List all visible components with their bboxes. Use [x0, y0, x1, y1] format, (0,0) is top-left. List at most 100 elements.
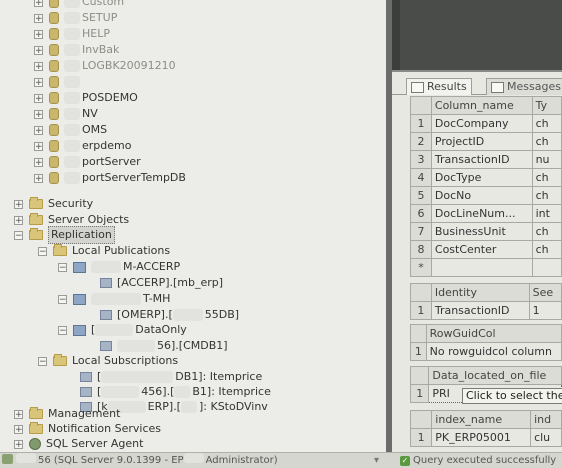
grid-cell-type[interactable]: ch — [531, 168, 562, 187]
table-row[interactable]: 5 DocNo ch — [410, 186, 562, 205]
expand-icon[interactable]: + — [14, 409, 23, 419]
grid-cell-type[interactable]: ch — [531, 132, 562, 151]
tree-node-publication-2[interactable]: − T-MH — [58, 291, 170, 307]
expand-icon[interactable]: + — [34, 141, 43, 151]
grid-cell-column-name[interactable]: DocType — [430, 168, 533, 187]
expand-icon[interactable]: + — [34, 45, 43, 55]
tree-node-sql-server-agent[interactable]: + SQL Server Agent — [14, 436, 143, 452]
rowguidcol-grid[interactable]: RowGuidCol 1 No rowguidcol column — [410, 324, 562, 361]
tree-node-subscription-1[interactable]: [ DB1]: Itemprice — [80, 369, 262, 385]
grid-cell-type[interactable]: ch — [531, 222, 562, 241]
tree-node-article-1[interactable]: [ACCERP].[mb_erp] — [100, 275, 223, 291]
table-row[interactable]: 4 DocType ch — [410, 168, 562, 187]
redacted-block — [101, 371, 174, 383]
table-row[interactable]: 3 TransactionID nu — [410, 150, 562, 169]
expand-icon[interactable]: + — [34, 157, 43, 167]
collapse-icon[interactable]: − — [38, 356, 47, 366]
tree-node-article-2[interactable]: [OMERP].[ 55DB] — [100, 307, 239, 323]
expand-icon[interactable]: + — [34, 109, 43, 119]
table-row[interactable]: 7 BusinessUnit ch — [410, 222, 562, 241]
grid-cell-type[interactable]: int — [531, 204, 562, 223]
column-header-type[interactable]: Ty — [531, 96, 562, 115]
expand-icon[interactable]: + — [14, 215, 23, 225]
expand-icon[interactable]: + — [14, 439, 23, 449]
tree-node-subscription-2[interactable]: [ 456].[ B1]: Itemprice — [80, 384, 271, 400]
tab-messages[interactable]: Messages — [486, 78, 562, 95]
tree-node-publication-1[interactable]: − M-ACCERP — [58, 259, 180, 275]
tab-results[interactable]: Results — [406, 78, 472, 95]
grid-cell-type[interactable]: ch — [531, 114, 562, 133]
table-row[interactable]: 1 PK_ERP05001 clu — [409, 428, 562, 447]
tree-node-database[interactable]: + NV — [34, 106, 98, 122]
collapse-icon[interactable]: − — [38, 246, 47, 256]
expand-icon[interactable]: + — [34, 125, 43, 135]
table-row[interactable]: 1 DocCompany ch — [410, 114, 562, 133]
collapse-icon[interactable]: − — [58, 294, 67, 304]
tree-node-publication-3[interactable]: − [ DataOnly — [58, 322, 187, 338]
column-header-index-name[interactable]: index_name — [431, 410, 532, 429]
identity-grid[interactable]: Identity See 1 TransactionID 1 — [410, 283, 562, 320]
table-row[interactable]: 2 ProjectID ch — [410, 132, 562, 151]
column-header-identity[interactable]: Identity — [430, 283, 530, 302]
tree-node-notification-services[interactable]: + Notification Services — [14, 421, 161, 437]
grid-cell-type[interactable]: nu — [531, 150, 562, 169]
collapse-icon[interactable]: − — [58, 262, 67, 272]
grid-cell[interactable]: TransactionID — [430, 301, 530, 320]
table-row[interactable]: 1 TransactionID 1 — [410, 301, 562, 320]
chevron-down-icon[interactable]: ▾ — [374, 453, 379, 468]
tree-node-database[interactable]: + portServerTempDB — [34, 170, 186, 186]
collapse-icon[interactable]: − — [58, 325, 67, 335]
tree-node-database[interactable]: + OMS — [34, 122, 107, 138]
columns-grid[interactable]: Column_name Ty 1 DocCompany ch 2 ProjectID ch… — [410, 96, 562, 277]
tree-node-replication[interactable]: − Replication — [14, 226, 115, 244]
expand-icon[interactable]: + — [34, 29, 43, 39]
expand-icon[interactable]: + — [34, 93, 43, 103]
collapse-icon[interactable]: − — [14, 230, 23, 240]
grid-cell[interactable]: PK_ERP05001 — [431, 428, 532, 447]
grid-cell-column-name[interactable]: ProjectID — [430, 132, 533, 151]
query-editor[interactable] — [392, 0, 562, 72]
tree-node-database[interactable]: + POSDEMO — [34, 90, 138, 106]
grid-cell-column-name[interactable]: DocLineNum... — [430, 204, 533, 223]
expand-icon[interactable]: + — [34, 0, 43, 7]
tree-node-security[interactable]: + Security — [14, 196, 93, 212]
index-grid[interactable]: index_name ind 1 PK_ERP05001 clu — [409, 410, 562, 447]
grid-cell-column-name[interactable]: DocCompany — [430, 114, 533, 133]
table-row[interactable]: 1 No rowguidcol column — [410, 342, 562, 361]
tree-node-database[interactable]: + Custom — [34, 0, 124, 10]
grid-cell-type[interactable]: ch — [531, 240, 562, 259]
grid-cell-type[interactable]: ch — [531, 186, 562, 205]
expand-icon[interactable]: + — [34, 13, 43, 23]
tree-node-database[interactable]: + LOGBK20091210 — [34, 58, 176, 74]
grid-cell[interactable]: 1 — [528, 301, 562, 320]
tree-node-article-3[interactable]: 56].[CMDB1] — [100, 338, 228, 354]
tree-node-local-publications[interactable]: − Local Publications — [38, 243, 170, 259]
grid-cell-column-name[interactable]: BusinessUnit — [430, 222, 533, 241]
tree-node-database[interactable]: + erpdemo — [34, 138, 131, 154]
column-header-index-desc[interactable]: ind — [530, 410, 562, 429]
tree-node-database[interactable]: + HELP — [34, 26, 110, 42]
expand-icon[interactable]: + — [34, 77, 43, 87]
column-header-rowguidcol[interactable]: RowGuidCol — [425, 324, 562, 343]
tree-node-database[interactable]: + InvBak — [34, 42, 119, 58]
column-header-name[interactable]: Column_name — [430, 96, 533, 115]
tree-node-database[interactable]: + — [34, 74, 82, 90]
expand-icon[interactable]: + — [14, 424, 23, 434]
tree-node-management[interactable]: + Management — [14, 406, 120, 422]
grid-cell-column-name[interactable]: DocNo — [430, 186, 533, 205]
tree-node-database[interactable]: + portServer — [34, 154, 141, 170]
grid-cell-column-name[interactable]: CostCenter — [430, 240, 533, 259]
database-icon — [49, 44, 59, 56]
grid-cell-column-name[interactable]: TransactionID — [430, 150, 533, 169]
grid-cell[interactable]: clu — [530, 428, 562, 447]
expand-icon[interactable]: + — [34, 173, 43, 183]
grid-cell[interactable]: No rowguidcol column — [425, 342, 562, 361]
column-header-seed[interactable]: See — [528, 283, 562, 302]
expand-icon[interactable]: + — [14, 199, 23, 209]
column-header-data-located[interactable]: Data_located_on_file — [428, 366, 562, 385]
expand-icon[interactable]: + — [34, 61, 43, 71]
table-row[interactable]: 6 DocLineNum... int — [410, 204, 562, 223]
table-row[interactable]: 8 CostCenter ch — [410, 240, 562, 259]
tree-node-local-subscriptions[interactable]: − Local Subscriptions — [38, 353, 178, 369]
tree-node-database[interactable]: + SETUP — [34, 10, 117, 26]
